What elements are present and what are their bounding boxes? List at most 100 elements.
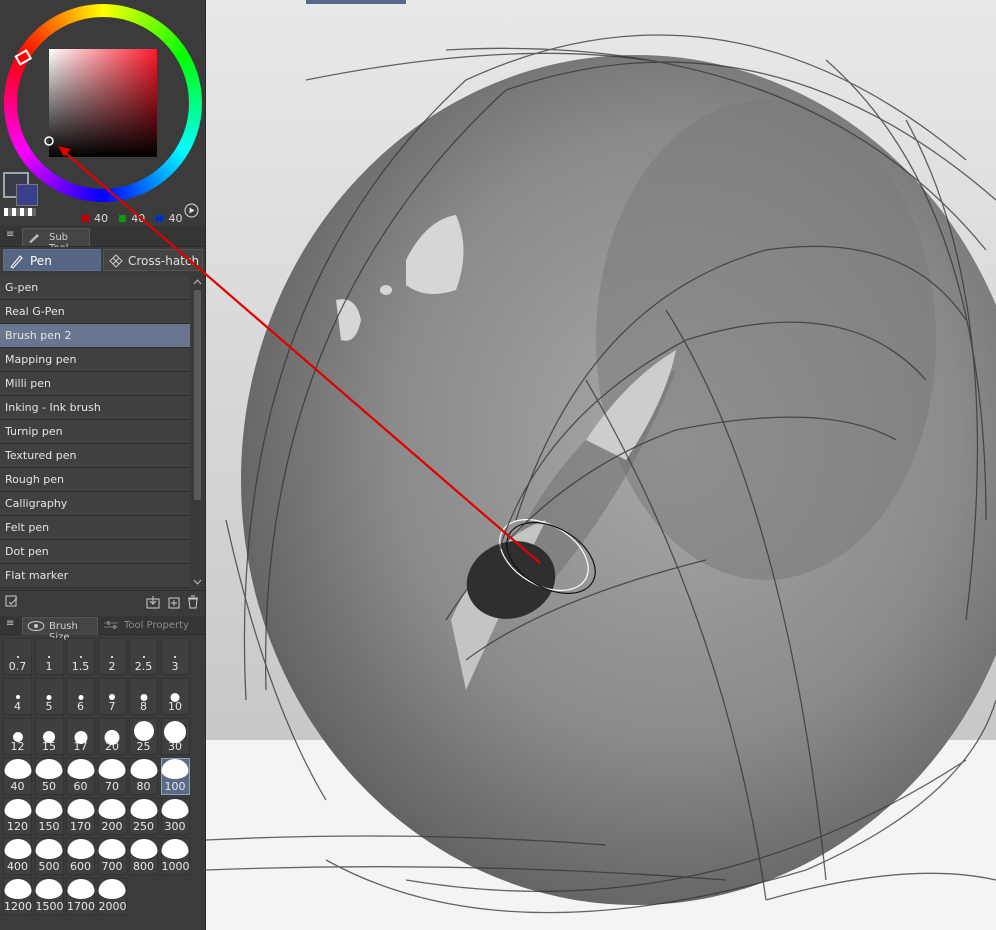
brush-size-cell[interactable]: 25 xyxy=(129,718,158,755)
list-item[interactable]: Inking - Ink brush xyxy=(0,396,190,420)
play-icon[interactable] xyxy=(184,203,199,218)
brush-size-cell[interactable]: 1700 xyxy=(66,878,95,915)
left-panel: 40 40 40 ≡ Sub Tool Pen Cross-hatch Pe G… xyxy=(0,0,206,930)
brush-size-cell[interactable]: 20 xyxy=(97,718,127,755)
brush-size-cell[interactable]: 250 xyxy=(129,798,158,835)
brush-size-label: 200 xyxy=(101,820,123,833)
brush-size-cell[interactable]: 8 xyxy=(129,678,158,715)
color-wheel[interactable] xyxy=(4,4,202,202)
sub-color-swatch[interactable] xyxy=(16,184,38,206)
brush-size-label: 20 xyxy=(105,740,119,753)
menu-icon[interactable]: ≡ xyxy=(6,618,14,629)
list-item[interactable]: Textured pen xyxy=(0,444,190,468)
brush-size-cell[interactable]: 400 xyxy=(3,838,32,875)
brush-size-preview-icon xyxy=(15,695,20,699)
subtool-settings-icon[interactable] xyxy=(5,595,19,609)
brush-size-cell[interactable]: 50 xyxy=(34,758,64,795)
brush-size-cell[interactable]: 4 xyxy=(3,678,32,715)
brush-size-label: 170 xyxy=(70,820,91,833)
duplicate-icon[interactable] xyxy=(166,595,180,609)
drawing-canvas[interactable] xyxy=(206,0,996,930)
brush-size-label: 30 xyxy=(168,740,182,753)
list-item[interactable]: G-pen xyxy=(0,276,190,300)
artwork[interactable] xyxy=(206,0,996,930)
tab-pen-label: Pen xyxy=(30,254,52,268)
brush-size-cell[interactable]: 1200 xyxy=(3,878,32,915)
brush-size-preview-icon xyxy=(35,799,63,819)
brush-size-cell[interactable]: 600 xyxy=(66,838,95,875)
brush-size-cell[interactable]: 1500 xyxy=(34,878,64,915)
tab-subtool[interactable]: Sub Tool xyxy=(22,228,90,254)
tab-brush-size[interactable]: Brush Size xyxy=(22,617,98,643)
brush-size-cell[interactable]: 15 xyxy=(34,718,64,755)
brush-size-cell[interactable]: 2000 xyxy=(97,878,127,915)
brush-size-cell[interactable]: 120 xyxy=(3,798,32,835)
brush-size-cell[interactable]: 40 xyxy=(3,758,32,795)
brush-size-cell[interactable]: 60 xyxy=(66,758,95,795)
brush-size-cell[interactable]: 17 xyxy=(66,718,95,755)
brush-size-preview-icon xyxy=(142,656,145,658)
brush-size-cell[interactable]: 500 xyxy=(34,838,64,875)
list-item[interactable]: Calligraphy xyxy=(0,492,190,516)
list-item[interactable]: Flat marker xyxy=(0,564,190,588)
tab-cross-hatch-label: Cross-hatch Pe xyxy=(128,254,202,268)
brush-size-label: 1200 xyxy=(4,900,32,913)
brush-size-cell[interactable]: 5 xyxy=(34,678,64,715)
trash-icon[interactable] xyxy=(186,595,200,609)
brush-size-cell[interactable]: 3 xyxy=(160,638,190,675)
tab-cross-hatch[interactable]: Cross-hatch Pe xyxy=(103,249,203,271)
brush-size-cell[interactable]: 2.5 xyxy=(129,638,158,675)
brush-size-label: 50 xyxy=(42,780,56,793)
list-item[interactable]: Turnip pen xyxy=(0,420,190,444)
chevron-down-icon[interactable] xyxy=(193,578,202,586)
list-item[interactable]: Rough pen xyxy=(0,468,190,492)
brush-size-cell[interactable]: 800 xyxy=(129,838,158,875)
brush-size-cell[interactable]: 12 xyxy=(3,718,32,755)
brush-size-cell[interactable]: 700 xyxy=(97,838,127,875)
brush-size-cell[interactable]: 2 xyxy=(97,638,127,675)
brush-size-label: 40 xyxy=(10,780,25,793)
brush-size-preview-icon xyxy=(98,759,126,779)
brush-size-cell[interactable]: 1.5 xyxy=(66,638,95,675)
list-item-selected[interactable]: Brush pen 2 xyxy=(0,324,190,348)
menu-icon[interactable]: ≡ xyxy=(6,229,14,240)
brush-size-label: 150 xyxy=(38,820,60,833)
brush-size-cell[interactable]: 70 xyxy=(97,758,127,795)
blue-value: 40 xyxy=(168,212,183,225)
brush-size-cell[interactable]: 200 xyxy=(97,798,127,835)
brush-list-scrollbar[interactable] xyxy=(191,276,204,588)
tab-tool-property[interactable]: Tool Property xyxy=(98,617,190,634)
brush-size-cell[interactable]: 7 xyxy=(97,678,127,715)
brush-size-label: 4 xyxy=(14,700,21,713)
chevron-up-icon[interactable] xyxy=(193,278,202,286)
brush-size-preview-icon xyxy=(79,656,82,658)
brush-size-cell[interactable]: 6 xyxy=(66,678,95,715)
brush-size-cell[interactable]: 1 xyxy=(34,638,64,675)
list-item[interactable]: Real G-Pen xyxy=(0,300,190,324)
brush-size-cell[interactable]: 10 xyxy=(160,678,190,715)
brush-size-cell-selected[interactable]: 100 xyxy=(160,758,190,795)
import-icon[interactable] xyxy=(146,595,160,609)
brush-size-preview-icon xyxy=(133,721,154,741)
brush-size-preview-icon xyxy=(16,656,19,658)
brush-size-cell[interactable]: 30 xyxy=(160,718,190,755)
list-item[interactable]: Felt pen xyxy=(0,516,190,540)
brush-size-preview-icon xyxy=(78,694,83,700)
brush-size-label: 700 xyxy=(101,860,123,873)
scroll-thumb[interactable] xyxy=(194,290,201,500)
brush-size-cell[interactable]: 300 xyxy=(160,798,190,835)
list-item[interactable]: Dot pen xyxy=(0,540,190,564)
list-item[interactable]: Mapping pen xyxy=(0,348,190,372)
brush-size-cell[interactable]: 170 xyxy=(66,798,95,835)
list-item[interactable]: Milli pen xyxy=(0,372,190,396)
tab-pen[interactable]: Pen xyxy=(3,249,101,271)
brush-size-label: 6 xyxy=(77,700,84,713)
brush-size-cell[interactable]: 150 xyxy=(34,798,64,835)
brush-size-preview-icon xyxy=(48,656,50,658)
brush-size-cell[interactable]: 0.7 xyxy=(3,638,32,675)
brush-size-cell[interactable]: 1000 xyxy=(160,838,190,875)
brush-size-label: 15 xyxy=(42,740,56,753)
brush-size-cell[interactable]: 80 xyxy=(129,758,158,795)
pen-group-tabs: Pen Cross-hatch Pe xyxy=(0,247,205,275)
transparent-swatch[interactable] xyxy=(4,208,36,216)
